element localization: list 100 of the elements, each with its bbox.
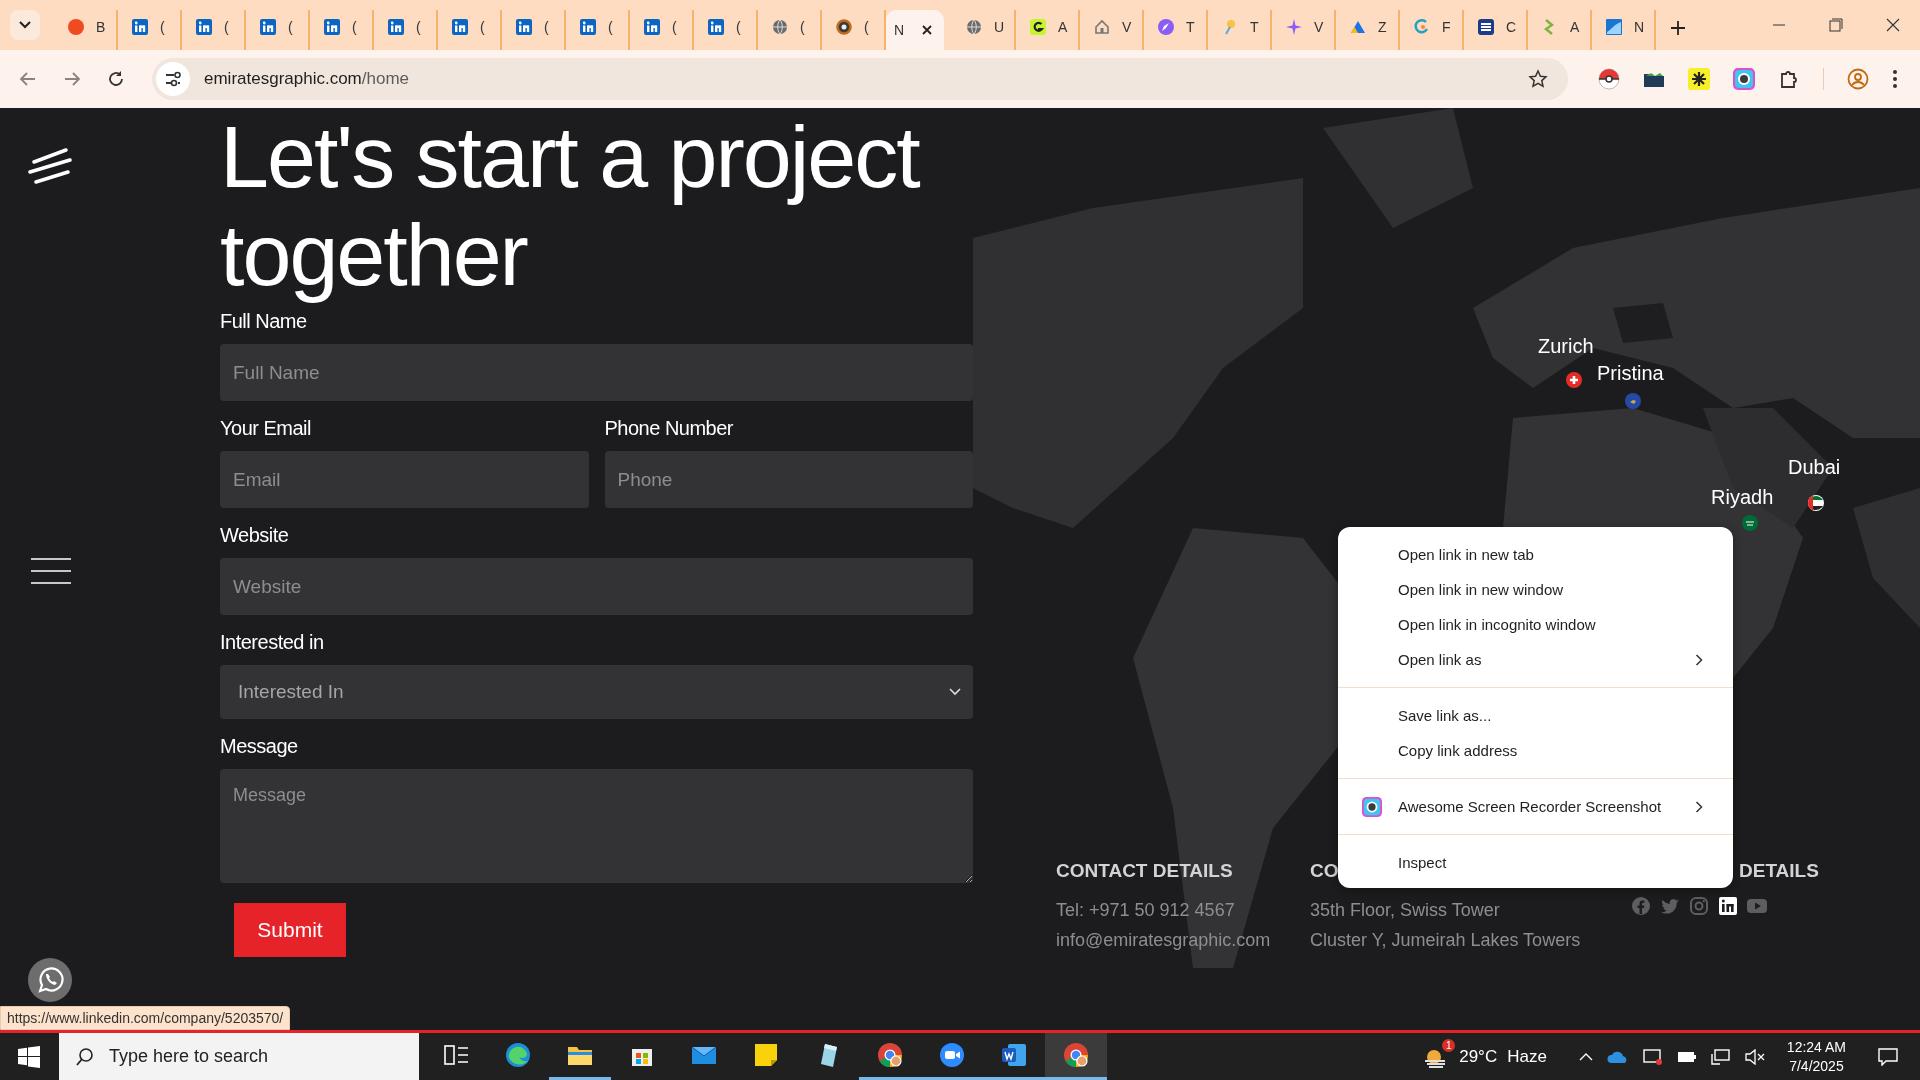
browser-tab[interactable]: N <box>886 10 944 50</box>
menu-item[interactable]: Open link in new window <box>1338 572 1733 607</box>
flag-marker-icon <box>1808 495 1824 511</box>
network-icon[interactable] <box>1710 1048 1731 1065</box>
menu-item[interactable]: Copy link address <box>1338 733 1733 768</box>
section-heading: CONTACT DETAILS <box>1056 860 1233 882</box>
linkedin-icon[interactable] <box>1718 896 1738 916</box>
extensions-icon[interactable] <box>1778 68 1800 90</box>
section-heading: CO <box>1310 860 1339 882</box>
input-field[interactable]: Full Name <box>220 344 973 401</box>
linkedin-icon <box>132 19 148 35</box>
search-field[interactable]: Type here to search <box>59 1033 419 1080</box>
chevron-right-icon <box>1695 800 1703 813</box>
document-icon <box>1001 1042 1027 1068</box>
section-heading: DETAILS <box>1739 860 1819 882</box>
menu-item[interactable]: Awesome Screen Recorder Screenshot <box>1338 789 1733 824</box>
sparkle-icon <box>1286 19 1302 35</box>
dropdown-field[interactable]: Interested In <box>220 665 973 719</box>
task-view-icon <box>443 1042 469 1068</box>
asterisk-icon[interactable] <box>1688 68 1710 90</box>
instagram-icon[interactable] <box>1689 896 1709 916</box>
flag-marker-icon <box>1625 393 1641 409</box>
battery-icon[interactable] <box>1676 1050 1697 1063</box>
cloud-icon[interactable] <box>1606 1049 1629 1064</box>
taskbar-button[interactable] <box>1045 1033 1107 1080</box>
chrome-icon <box>1063 1042 1089 1068</box>
image-icon <box>1606 19 1622 35</box>
address-bar[interactable]: emiratesgraphic.com/home <box>152 58 1568 100</box>
temperature-text: 29°C <box>1459 1046 1498 1067</box>
field-label: Message <box>220 735 298 758</box>
flag-marker-icon <box>1742 515 1758 531</box>
dot-icon <box>68 19 84 35</box>
chevron-right-icon <box>1695 653 1703 666</box>
contact-text: info@emiratesgraphic.com <box>1056 929 1271 952</box>
city-label: Zurich <box>1538 335 1594 358</box>
chevron-up-icon[interactable] <box>1578 1051 1593 1062</box>
submit-button[interactable]: Submit <box>234 903 346 957</box>
city-label: Riyadh <box>1711 486 1774 509</box>
reload-icon[interactable] <box>106 69 126 89</box>
recorder-icon <box>1362 796 1382 817</box>
close-icon[interactable] <box>1886 18 1900 32</box>
linkedin-icon <box>580 19 596 35</box>
field-label: Website <box>220 524 289 547</box>
new-tab-icon[interactable] <box>1670 20 1686 36</box>
contact-text: Tel: +971 50 912 4567 <box>1056 899 1235 922</box>
globe-icon <box>966 19 982 35</box>
whatsapp-icon[interactable] <box>28 958 72 1002</box>
city-label: Pristina <box>1597 362 1664 385</box>
globe-icon <box>772 19 788 35</box>
field-label: Your Email <box>220 417 311 440</box>
menu-item[interactable]: Open link in new tab <box>1338 537 1733 572</box>
site-info-icon[interactable] <box>156 62 190 96</box>
chrome-icon <box>877 1042 903 1068</box>
url-text: emiratesgraphic.com/home <box>204 69 410 89</box>
search-icon <box>75 1046 95 1067</box>
input-field[interactable]: Phone <box>604 451 973 508</box>
stripes-icon <box>1478 19 1494 35</box>
linkedin-icon <box>516 19 532 35</box>
star-icon[interactable] <box>1528 69 1548 89</box>
start-icon[interactable] <box>18 1045 40 1068</box>
linkedin-icon <box>388 19 404 35</box>
ball-icon[interactable] <box>1598 68 1620 90</box>
swirl-icon <box>1414 19 1430 35</box>
house-icon <box>1094 19 1110 35</box>
logo-icon[interactable] <box>28 148 72 184</box>
menu-item[interactable]: Open link in incognito window <box>1338 607 1733 642</box>
close-icon[interactable] <box>920 23 934 37</box>
input-field[interactable]: Website <box>220 558 973 615</box>
linkedin-icon <box>452 19 468 35</box>
linkedin-icon <box>644 19 660 35</box>
menu-item[interactable]: Open link as <box>1338 642 1733 677</box>
profile-icon[interactable] <box>1847 68 1869 90</box>
recorder-icon[interactable] <box>1733 68 1755 90</box>
notification-badge: 1 <box>1442 1038 1456 1052</box>
status-url: https://www.linkedin.com/company/5203570/ <box>0 1006 291 1030</box>
browser-icon <box>505 1042 531 1068</box>
mute-icon[interactable] <box>1744 1048 1765 1065</box>
menu-icon[interactable] <box>31 557 71 585</box>
linkedin-icon <box>260 19 276 35</box>
notifications-icon[interactable] <box>1878 1047 1898 1066</box>
menu-icon[interactable] <box>1892 69 1898 89</box>
restore-icon[interactable] <box>1829 18 1843 32</box>
tab-search-icon[interactable] <box>10 10 40 40</box>
field-label: Interested in <box>220 631 324 654</box>
youtube-icon[interactable] <box>1747 896 1767 916</box>
monitor-icon[interactable] <box>1642 1047 1663 1066</box>
menu-item[interactable]: Inspect <box>1338 845 1733 880</box>
chevron-icon <box>949 688 961 696</box>
menu-item[interactable]: Save link as... <box>1338 698 1733 733</box>
page-heading: Let's start a project together <box>220 108 919 304</box>
message-field[interactable]: Message <box>220 769 973 883</box>
input-field[interactable]: Email <box>220 451 589 508</box>
bird-icon[interactable] <box>1660 896 1680 916</box>
camera-icon <box>939 1042 965 1068</box>
linkedin-icon <box>196 19 212 35</box>
facebook-icon[interactable] <box>1631 896 1651 916</box>
field-label: Full Name <box>220 310 307 333</box>
pin-icon <box>1222 19 1238 35</box>
ring-icon <box>836 19 852 35</box>
clock[interactable]: 12:24 AM 7/4/2025 <box>1786 1037 1846 1076</box>
